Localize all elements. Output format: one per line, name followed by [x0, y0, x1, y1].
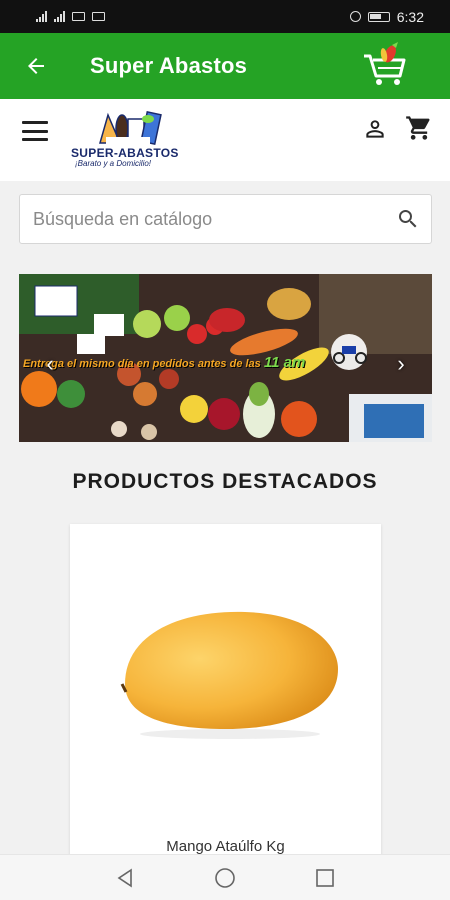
user-icon[interactable] [362, 116, 388, 142]
signal-icon [36, 11, 47, 22]
search-input[interactable] [20, 195, 385, 243]
nav-home-button[interactable] [214, 867, 236, 889]
screen-icon [92, 12, 105, 21]
product-card[interactable]: Mango Ataúlfo Kg [70, 524, 381, 864]
arrow-left-icon [28, 58, 44, 74]
circle-home-icon [215, 867, 235, 888]
menu-button[interactable] [22, 121, 48, 141]
cart-logo-icon[interactable] [360, 42, 410, 90]
status-time: 6:32 [396, 8, 424, 25]
wifi-icon [72, 12, 85, 21]
menu-icon [22, 121, 48, 124]
brand-tagline: ¡Barato y a Domicilio! [75, 159, 152, 168]
banner-next-button[interactable]: › [392, 353, 410, 375]
battery-icon [367, 11, 390, 22]
status-bar: 6:32 [0, 0, 450, 33]
status-icons-left [36, 11, 105, 22]
product-image [70, 524, 381, 820]
store-header: SUPER-ABASTOS ¡Barato y a Domicilio! [0, 99, 450, 181]
search-button[interactable] [385, 195, 431, 243]
cart-icon[interactable] [405, 114, 433, 142]
signal-2-icon [54, 11, 65, 22]
banner-promo-text: Entrega el mismo día en pedidos antes de… [23, 354, 306, 371]
app-title: Super Abastos [90, 53, 248, 78]
android-nav-bar [0, 854, 450, 900]
triangle-back-icon [117, 868, 132, 887]
search-icon [399, 210, 417, 228]
brand-name: SUPER-ABASTOS [71, 146, 179, 160]
app-bar: Super Abastos [0, 33, 450, 99]
alarm-icon [349, 11, 361, 22]
featured-section-title: PRODUCTOS DESTACADOS [72, 470, 378, 493]
status-icons-right: 6:32 [349, 8, 424, 25]
search-bar [19, 194, 432, 244]
banner-prev-button[interactable]: ‹ [41, 353, 59, 375]
promo-banner[interactable]: Entrega el mismo día en pedidos antes de… [19, 274, 432, 442]
square-recents-icon [316, 868, 334, 887]
back-button[interactable] [0, 33, 72, 99]
product-name: Mango Ataúlfo Kg [166, 838, 285, 855]
nav-back-button[interactable] [114, 867, 136, 889]
nav-recents-button[interactable] [314, 867, 336, 889]
